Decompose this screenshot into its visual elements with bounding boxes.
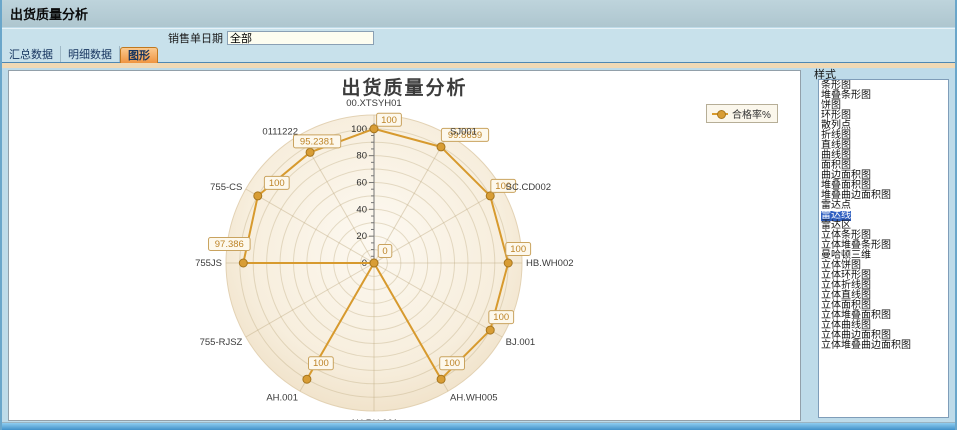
chart-legend: 合格率% <box>706 104 778 123</box>
svg-text:HB.WH002: HB.WH002 <box>526 258 574 269</box>
style-list[interactable]: 条形图堆叠条形图饼图环形图散列点折线图直线图曲线图面积图曲边面积图堆叠面积图堆叠… <box>818 79 949 418</box>
svg-text:100: 100 <box>510 244 526 255</box>
tab-chart[interactable]: 图形 <box>120 47 158 63</box>
filter-bar: 销售单日期 <box>0 28 957 46</box>
svg-text:SC.CD002: SC.CD002 <box>506 182 551 193</box>
date-filter-label: 销售单日期 <box>168 30 223 46</box>
svg-text:100: 100 <box>269 178 285 189</box>
svg-text:BJ.001: BJ.001 <box>506 337 536 348</box>
svg-text:0: 0 <box>382 246 387 257</box>
svg-text:100: 100 <box>313 358 329 369</box>
tab-detail-data[interactable]: 明细数据 <box>61 46 120 62</box>
window-border-left <box>0 0 2 430</box>
svg-text:0111222: 0111222 <box>262 126 298 137</box>
status-bar <box>0 422 957 430</box>
svg-text:SJ001: SJ001 <box>450 126 477 137</box>
date-filter-input[interactable] <box>227 31 374 45</box>
svg-text:AH.WH005: AH.WH005 <box>450 393 498 404</box>
page-title: 出货质量分析 <box>10 4 88 23</box>
tab-summary-data[interactable]: 汇总数据 <box>2 46 61 62</box>
style-list-item[interactable]: 立体堆叠曲边面积图 <box>821 341 948 351</box>
legend-label: 合格率% <box>732 106 771 121</box>
svg-text:80: 80 <box>356 151 367 162</box>
svg-text:AH.RH.001: AH.RH.001 <box>350 418 398 420</box>
svg-text:755-CS: 755-CS <box>210 182 242 193</box>
app-window: 出货质量分析 销售单日期 汇总数据明细数据图形 0 20 40 60 80 100 100 9… <box>0 0 957 430</box>
chart-title: 出货质量分析 <box>9 73 800 100</box>
svg-text:20: 20 <box>356 231 367 242</box>
svg-text:100: 100 <box>444 358 460 369</box>
svg-text:60: 60 <box>356 177 367 188</box>
svg-text:95.2381: 95.2381 <box>300 136 334 147</box>
chart-panel: 02040608010010099.8659100100100100010097… <box>8 70 801 421</box>
svg-text:755-RJSZ: 755-RJSZ <box>200 337 243 348</box>
tab-bar: 汇总数据明细数据图形 <box>2 46 955 63</box>
svg-text:AH.001: AH.001 <box>266 393 298 404</box>
legend-series-marker-icon <box>712 113 728 115</box>
svg-text:755JS: 755JS <box>195 258 222 269</box>
svg-text:97.386: 97.386 <box>215 239 244 250</box>
svg-text:100: 100 <box>381 115 397 126</box>
svg-text:40: 40 <box>356 204 367 215</box>
window-titlebar: 出货质量分析 <box>0 0 957 27</box>
radar-chart: 02040608010010099.8659100100100100010097… <box>9 71 800 420</box>
svg-text:100: 100 <box>493 312 509 323</box>
